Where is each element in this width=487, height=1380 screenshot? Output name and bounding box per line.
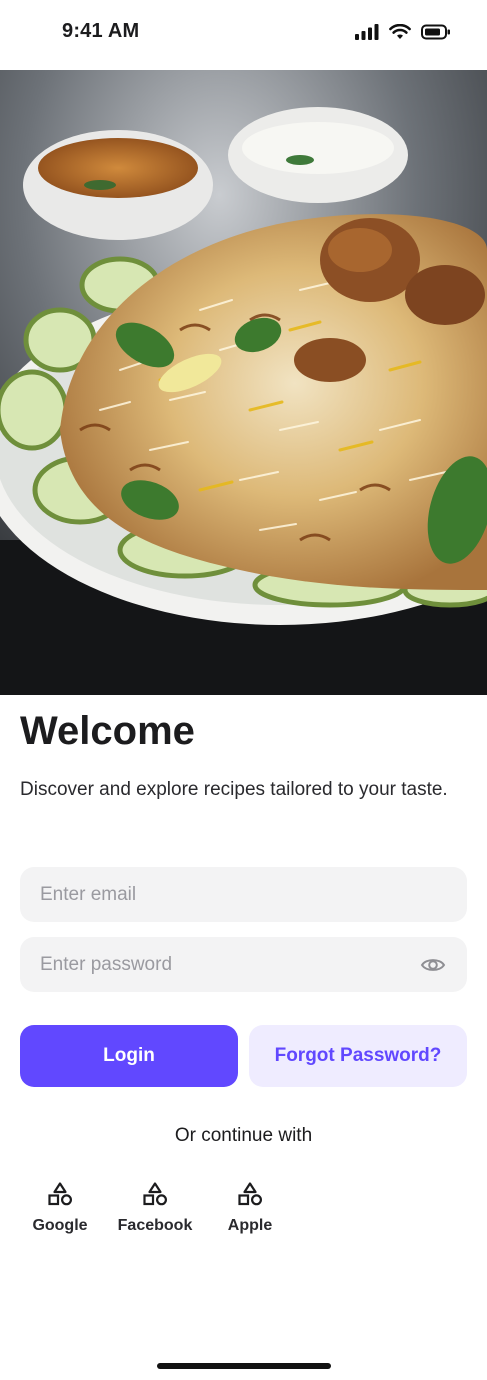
- shapes-icon: [238, 1182, 263, 1206]
- wifi-icon: [389, 24, 411, 39]
- page-subtitle: Discover and explore recipes tailored to…: [20, 779, 448, 800]
- forgot-password-button[interactable]: Forgot Password?: [249, 1025, 467, 1087]
- home-indicator: [157, 1363, 331, 1369]
- facebook-login-button[interactable]: Facebook: [110, 1181, 200, 1235]
- eye-icon[interactable]: [420, 952, 446, 978]
- social-label-google: Google: [32, 1217, 88, 1234]
- shapes-icon: [143, 1182, 168, 1206]
- social-label-facebook: Facebook: [117, 1217, 193, 1234]
- google-login-button[interactable]: Google: [15, 1181, 105, 1235]
- status-bar: 9:41 AM: [0, 0, 487, 70]
- cellular-signal-icon: [355, 24, 379, 40]
- status-icons: [355, 24, 451, 40]
- email-field[interactable]: [20, 867, 467, 922]
- page-title: Welcome: [20, 709, 195, 753]
- shapes-icon: [48, 1182, 73, 1206]
- battery-icon: [421, 24, 450, 40]
- social-label-apple: Apple: [227, 1217, 273, 1234]
- continue-with-heading: Or continue with: [174, 1125, 313, 1146]
- hero-image: [0, 70, 487, 695]
- password-field[interactable]: [20, 937, 467, 992]
- apple-login-button[interactable]: Apple: [205, 1181, 295, 1235]
- login-button[interactable]: Login: [20, 1025, 238, 1087]
- status-time: 9:41 AM: [62, 20, 140, 42]
- biryani-plate-photo: [0, 70, 487, 695]
